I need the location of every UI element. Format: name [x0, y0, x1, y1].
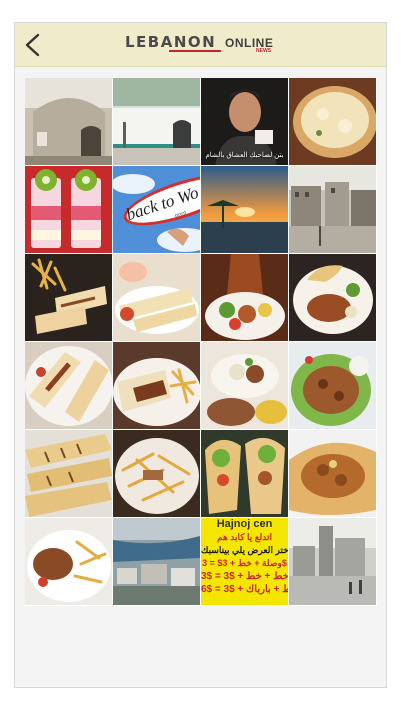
gallery-item-aerial-city[interactable]: [113, 518, 200, 605]
photo-meat-rice: [201, 342, 288, 429]
gallery-item-shawarma-plate[interactable]: [289, 254, 376, 341]
photo-wrap-platter: [25, 342, 112, 429]
gallery-item-white-wall[interactable]: [113, 78, 200, 165]
gallery-item-actor[interactable]: بتن لصاحبك العشاق بالشام: [201, 78, 288, 165]
gallery-item-stone-building[interactable]: [25, 78, 112, 165]
gallery-item-sunset-beach[interactable]: [201, 166, 288, 253]
photo-sunset-beach: [201, 166, 288, 253]
gallery-item-fries-wraps[interactable]: [25, 254, 112, 341]
chevron-left-icon[interactable]: [21, 32, 47, 58]
app-frame: LEBANON ONLINE NEWS بتن لصاحبك العشاق با…: [14, 22, 387, 688]
photo-old-harbour: [289, 518, 376, 605]
promo-line: واختر العرض يلي بيناسبك: [201, 545, 288, 555]
top-bar: LEBANON ONLINE NEWS: [15, 23, 386, 67]
photo-stone-building: [25, 78, 112, 165]
photo-shawarma-rolls: [113, 254, 200, 341]
photo-meat-plate-fries: [25, 518, 112, 605]
photo-fries-wraps: [25, 254, 112, 341]
logo-accent-line: [169, 50, 221, 52]
photo-wraps-hand: [201, 430, 288, 517]
gallery-item-meat-rice[interactable]: [201, 342, 288, 429]
promo-poster: Hajnoj cen اتدلع يا كابد هم واختر العرض …: [201, 518, 288, 605]
photo-kiwi-cups: [25, 166, 112, 253]
promo-line: Hajnoj cen: [201, 518, 288, 531]
photo-fries-meat: [113, 430, 200, 517]
photo-old-city: [289, 166, 376, 253]
photo-aerial-city: [113, 518, 200, 605]
gallery-item-old-harbour[interactable]: [289, 518, 376, 605]
gallery-item-cheese-pie[interactable]: [289, 78, 376, 165]
logo-main-text: LEBANON: [125, 33, 217, 51]
photo-shawarma-plate: [289, 254, 376, 341]
gallery-item-kiwi-cups[interactable]: [25, 166, 112, 253]
gallery-item-back-to-work[interactable]: back to Wo print: [113, 166, 200, 253]
gallery-item-old-city[interactable]: [289, 166, 376, 253]
promo-line: وصلة + خط + 3$ = 3$: [202, 558, 287, 568]
gallery-item-wraps-hand[interactable]: [201, 430, 288, 517]
gallery-item-sandwich-stack[interactable]: [25, 430, 112, 517]
photo-gallery: بتن لصاحبك العشاق بالشام back to Wo prin…: [25, 78, 377, 606]
promo-line: اتدلع يا كابد هم: [216, 532, 272, 542]
gallery-item-wrap-fries[interactable]: [113, 342, 200, 429]
promo-line: 3$ = 3$ + خط + خط: [201, 571, 288, 582]
photo-wrap-fries: [113, 342, 200, 429]
photo-cheese-pie: [289, 78, 376, 165]
gallery-item-fries-meat[interactable]: [113, 430, 200, 517]
gallery-item-meat-salad[interactable]: [289, 342, 376, 429]
gallery-item-wrap-platter[interactable]: [25, 342, 112, 429]
logo-news-text: NEWS: [256, 48, 271, 54]
gallery-item-meat-plate-fries[interactable]: [25, 518, 112, 605]
photo-meat-salad: [289, 342, 376, 429]
gallery-item-shawarma-cone[interactable]: [201, 254, 288, 341]
gallery-item-promo[interactable]: Hajnoj cen اتدلع يا كابد هم واختر العرض …: [201, 518, 288, 605]
photo-white-wall: [113, 78, 200, 165]
promo-line: 6$ = 3$ + خط + بارباك: [201, 584, 288, 595]
gallery-item-wrap-meat[interactable]: [289, 430, 376, 517]
photo-wrap-meat: [289, 430, 376, 517]
photo-sandwich-stack: [25, 430, 112, 517]
site-logo[interactable]: LEBANON ONLINE NEWS: [125, 32, 275, 56]
photo-shawarma-cone: [201, 254, 288, 341]
gallery-item-shawarma-rolls[interactable]: [113, 254, 200, 341]
gallery-item-caption: بتن لصاحبك العشاق بالشام: [205, 152, 284, 159]
